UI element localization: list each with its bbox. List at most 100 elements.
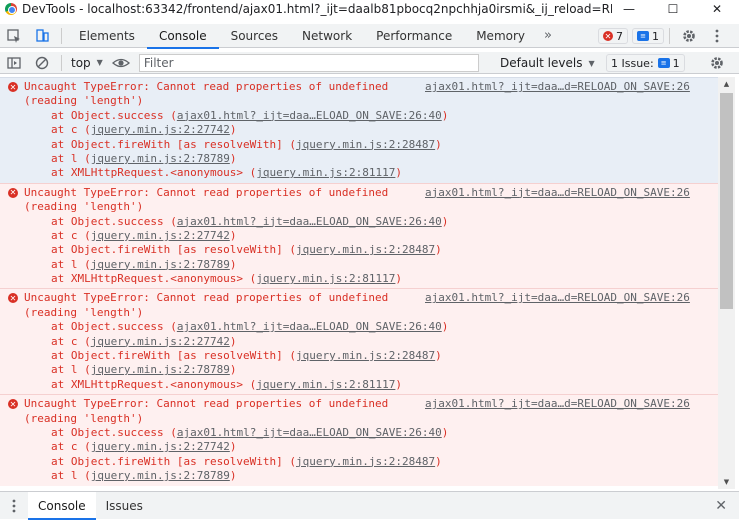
error-source-link[interactable]: ajax01.html?_ijt=daa…d=RELOAD_ON_SAVE:26: [425, 80, 690, 94]
context-selector[interactable]: top ▼: [67, 54, 107, 72]
scroll-up-arrow-icon[interactable]: ▲: [718, 77, 735, 91]
message-count-badge[interactable]: ≡ 1: [632, 28, 664, 44]
stack-frame: at Object.fireWith [as resolveWith] (jqu…: [24, 243, 718, 257]
stack-frame: at c (jquery.min.js:2:27742): [24, 440, 718, 454]
console-error-entry[interactable]: ✕ Uncaught TypeError: Cannot read proper…: [0, 394, 718, 486]
more-tabs-chevron-icon[interactable]: »: [537, 28, 559, 43]
console-error-entry[interactable]: ✕ Uncaught TypeError: Cannot read proper…: [0, 288, 718, 395]
stack-frame-end: ): [395, 272, 403, 286]
stack-frame-end: ): [441, 108, 449, 122]
issues-count: 1: [672, 56, 680, 70]
stack-frame-end: ): [395, 166, 403, 180]
issues-label: 1 Issue:: [611, 56, 654, 70]
stack-frame-end: ): [441, 214, 449, 228]
issues-badge[interactable]: 1 Issue: ≡ 1: [606, 54, 685, 72]
error-message-continuation: (reading 'length'): [24, 305, 144, 319]
issue-icon: ≡: [657, 58, 670, 68]
stack-frame: at Object.success (ajax01.html?_ijt=daa……: [24, 320, 718, 334]
stack-frame-link[interactable]: ajax01.html?_ijt=daa…ELOAD_ON_SAVE:26:40: [177, 320, 442, 333]
stack-frame-link[interactable]: jquery.min.js:2:81117: [256, 272, 395, 285]
window-controls: — ☐ ✕: [607, 0, 739, 17]
stack-frame-link[interactable]: jquery.min.js:2:81117: [256, 166, 395, 179]
error-source-link[interactable]: ajax01.html?_ijt=daa…d=RELOAD_ON_SAVE:26: [425, 397, 690, 411]
stack-frame-end: ): [435, 349, 442, 363]
console-sidebar-icon[interactable]: [0, 51, 28, 75]
tab-performance[interactable]: Performance: [364, 24, 464, 48]
stack-frame-link[interactable]: jquery.min.js:2:28487: [296, 349, 435, 362]
maximize-button[interactable]: ☐: [651, 0, 695, 17]
stack-frame-link[interactable]: jquery.min.js:2:27742: [91, 229, 230, 242]
error-icon: ✕: [8, 187, 18, 198]
stack-frame-link[interactable]: jquery.min.js:2:27742: [91, 123, 230, 136]
stack-frame-function: at XMLHttpRequest.<anonymous> (: [51, 377, 257, 391]
stack-frame-link[interactable]: jquery.min.js:2:78789: [91, 152, 230, 165]
error-count: 7: [616, 29, 623, 43]
device-toolbar-icon[interactable]: [28, 24, 56, 48]
stack-frame: at Object.fireWith [as resolveWith] (jqu…: [24, 138, 718, 152]
error-count-badge[interactable]: ✕ 7: [598, 28, 628, 44]
stack-frame: at c (jquery.min.js:2:27742): [24, 123, 718, 137]
console-settings-gear-icon[interactable]: [703, 54, 731, 72]
stack-frame: at Object.fireWith [as resolveWith] (jqu…: [24, 455, 718, 469]
tab-network[interactable]: Network: [290, 24, 364, 48]
stack-frame-link[interactable]: ajax01.html?_ijt=daa…ELOAD_ON_SAVE:26:40: [177, 109, 442, 122]
stack-frame-end: ): [435, 454, 442, 468]
stack-frame-link[interactable]: jquery.min.js:2:78789: [91, 469, 230, 482]
toolbar-right: ✕ 7 ≡ 1: [594, 24, 731, 48]
log-levels-dropdown[interactable]: Default levels ▼: [500, 54, 595, 72]
error-icon: ✕: [8, 82, 18, 92]
inspect-element-icon[interactable]: [0, 24, 28, 48]
drawer-tab-console[interactable]: Console: [28, 491, 96, 520]
tab-memory[interactable]: Memory: [464, 24, 537, 48]
scroll-down-arrow-icon[interactable]: ▼: [718, 475, 735, 489]
stack-frame-end: ): [441, 425, 449, 439]
stack-frame-link[interactable]: ajax01.html?_ijt=daa…ELOAD_ON_SAVE:26:40: [177, 215, 442, 228]
chevron-down-icon: ▼: [588, 58, 595, 68]
tab-elements[interactable]: Elements: [67, 24, 147, 48]
stack-frame-link[interactable]: jquery.min.js:2:78789: [91, 363, 230, 376]
stack-frame-link[interactable]: jquery.min.js:2:28487: [296, 455, 435, 468]
settings-gear-icon[interactable]: [675, 24, 703, 48]
minimize-button[interactable]: —: [607, 0, 651, 17]
stack-frame-link[interactable]: jquery.min.js:2:27742: [91, 335, 230, 348]
live-expression-icon[interactable]: [107, 51, 135, 75]
error-message: Uncaught TypeError: Cannot read properti…: [24, 80, 389, 93]
console-error-entry[interactable]: ✕ Uncaught TypeError: Cannot read proper…: [0, 77, 718, 183]
clear-console-icon[interactable]: [28, 51, 56, 75]
console-error-entry[interactable]: ✕ Uncaught TypeError: Cannot read proper…: [0, 182, 718, 289]
stack-frame-function: at Object.fireWith [as resolveWith] (: [51, 454, 297, 468]
message-icon: ≡: [637, 31, 649, 41]
toolbar-divider: [669, 28, 670, 44]
stack-frame-function: at l (: [51, 363, 91, 377]
scrollbar-thumb[interactable]: [720, 93, 733, 309]
stack-frame-link[interactable]: jquery.min.js:2:27742: [91, 440, 230, 453]
console-scrollbar[interactable]: ▲ ▼: [718, 77, 735, 489]
error-message: Uncaught TypeError: Cannot read properti…: [24, 291, 389, 305]
error-icon: ✕: [603, 31, 613, 41]
stack-frame-link[interactable]: jquery.min.js:2:28487: [296, 243, 435, 256]
stack-frame-link[interactable]: jquery.min.js:2:78789: [91, 258, 230, 271]
stack-frame: at l (jquery.min.js:2:78789): [24, 258, 718, 272]
stack-frame: at c (jquery.min.js:2:27742): [24, 229, 718, 243]
filter-input[interactable]: [138, 53, 479, 72]
tab-sources[interactable]: Sources: [219, 24, 290, 48]
drawer-menu-icon[interactable]: [0, 494, 28, 518]
stack-frame-link[interactable]: jquery.min.js:2:28487: [296, 138, 435, 151]
tab-console[interactable]: Console: [146, 24, 219, 49]
error-message-line: Uncaught TypeError: Cannot read properti…: [24, 397, 718, 411]
stack-frame-link[interactable]: ajax01.html?_ijt=daa…ELOAD_ON_SAVE:26:40: [177, 426, 442, 439]
stack-frame-function: at l (: [51, 469, 91, 483]
stack-frame-end: ): [229, 228, 237, 242]
drawer-tab-issues[interactable]: Issues: [96, 492, 153, 520]
close-window-button[interactable]: ✕: [695, 0, 739, 17]
stack-frame-function: at Object.fireWith [as resolveWith] (: [51, 349, 297, 363]
more-options-icon[interactable]: [703, 24, 731, 48]
console-toolbar: top ▼ Default levels ▼ 1 Issue: ≡ 1: [0, 52, 739, 74]
stack-frame-link[interactable]: jquery.min.js:2:81117: [256, 378, 395, 391]
error-source-link[interactable]: ajax01.html?_ijt=daa…d=RELOAD_ON_SAVE:26: [425, 291, 690, 305]
error-message-continuation: (reading 'length'): [24, 94, 144, 108]
close-drawer-icon[interactable]: ✕: [715, 498, 727, 514]
stack-frame-function: at Object.success (: [51, 320, 177, 334]
context-value: top: [71, 55, 91, 70]
error-source-link[interactable]: ajax01.html?_ijt=daa…d=RELOAD_ON_SAVE:26: [425, 186, 690, 200]
